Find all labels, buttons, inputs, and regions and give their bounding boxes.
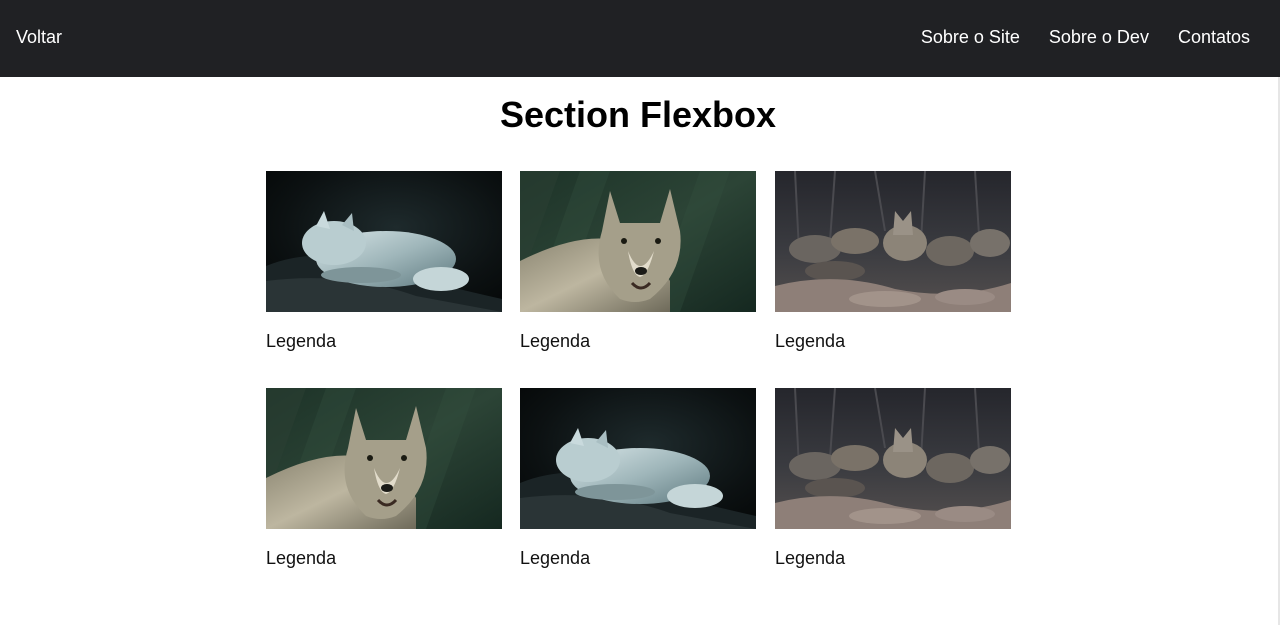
nav-link-about-site[interactable]: Sobre o Site [921, 26, 1020, 48]
card-caption: Legenda [266, 548, 337, 568]
card-caption: Legenda [520, 548, 591, 568]
card-caption: Legenda [266, 331, 337, 351]
gray-wolf-portrait-image [520, 171, 756, 312]
card-caption: Legenda [520, 331, 591, 351]
wolf-pack-image [775, 388, 1011, 529]
white-wolf-resting-image [520, 388, 756, 529]
white-wolf-resting-image [266, 171, 502, 312]
back-link[interactable]: Voltar [16, 26, 62, 48]
wolf-pack-image [775, 171, 1011, 312]
gallery-card: Legenda [266, 388, 502, 568]
gallery-card: Legenda [520, 388, 756, 568]
nav-link-contacts[interactable]: Contatos [1178, 26, 1250, 48]
gallery-card: Legenda [520, 171, 756, 351]
nav-link-about-dev[interactable]: Sobre o Dev [1049, 26, 1149, 48]
top-navbar: Voltar Sobre o Site Sobre o Dev Contatos [0, 0, 1280, 77]
gallery-card: Legenda [775, 388, 1011, 568]
gray-wolf-portrait-image [266, 388, 502, 529]
card-caption: Legenda [775, 548, 846, 568]
nav-links: Sobre o Site Sobre o Dev Contatos [921, 26, 1250, 48]
gallery-card: Legenda [775, 171, 1011, 351]
page-title: Section Flexbox [499, 94, 777, 135]
card-caption: Legenda [775, 331, 846, 351]
gallery-card: Legenda [266, 171, 502, 351]
